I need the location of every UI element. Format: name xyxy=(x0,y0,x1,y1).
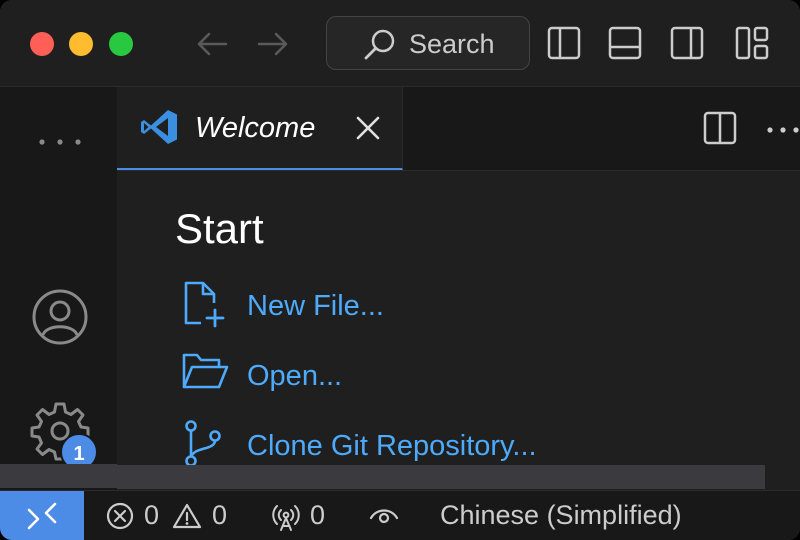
clone-repo-label: Clone Git Repository... xyxy=(247,430,537,462)
warning-icon[interactable] xyxy=(172,502,202,530)
remote-window-button[interactable] xyxy=(0,491,84,540)
new-file-link[interactable]: New File... xyxy=(181,279,741,329)
search-icon xyxy=(364,29,395,60)
split-editor-icon[interactable] xyxy=(703,111,737,145)
maximize-window-button[interactable] xyxy=(109,32,133,56)
error-icon[interactable] xyxy=(106,502,134,530)
clone-repo-link[interactable]: Clone Git Repository... xyxy=(181,419,741,469)
command-center-search[interactable]: Search xyxy=(326,16,530,70)
more-views-icon[interactable] xyxy=(36,135,84,153)
tab-welcome[interactable]: Welcome xyxy=(117,87,403,170)
new-file-icon xyxy=(184,281,225,328)
more-actions-icon[interactable] xyxy=(765,125,800,135)
start-heading: Start xyxy=(175,205,264,252)
scrollbar-track xyxy=(0,464,117,488)
vscode-window: Search 1 Welcome Start New File... Open.… xyxy=(0,0,800,540)
close-tab-icon[interactable] xyxy=(353,113,383,143)
accounts-icon[interactable] xyxy=(30,287,90,352)
minimize-window-button[interactable] xyxy=(69,32,93,56)
new-file-label: New File... xyxy=(247,290,384,322)
welcome-page: Start New File... Open... Clone Git Repo… xyxy=(117,171,800,490)
horizontal-scrollbar[interactable] xyxy=(117,465,765,489)
activity-bar xyxy=(0,87,118,490)
error-count[interactable]: 0 xyxy=(144,499,159,531)
status-bar: 0 0 0 Chinese (Simplified) xyxy=(0,490,800,540)
close-window-button[interactable] xyxy=(30,32,54,56)
back-arrow-icon[interactable] xyxy=(194,28,230,60)
toggle-panel-icon[interactable] xyxy=(608,26,642,60)
eye-icon[interactable] xyxy=(368,502,400,530)
search-label: Search xyxy=(409,29,495,59)
customize-layout-icon[interactable] xyxy=(735,26,769,60)
folder-open-icon xyxy=(182,353,229,389)
open-folder-link[interactable]: Open... xyxy=(181,349,741,399)
open-label: Open... xyxy=(247,360,343,392)
title-bar: Search xyxy=(0,0,800,87)
ports-broadcast-icon[interactable] xyxy=(270,502,302,532)
remote-icon xyxy=(27,502,57,530)
ports-count[interactable]: 0 xyxy=(310,499,325,531)
editor-tab-bar: Welcome xyxy=(117,87,800,171)
language-indicator[interactable]: Chinese (Simplified) xyxy=(440,499,682,531)
tab-label: Welcome xyxy=(195,112,316,144)
vscode-logo-icon xyxy=(141,110,177,144)
git-branch-icon xyxy=(185,420,221,467)
toggle-primary-sidebar-icon[interactable] xyxy=(547,26,581,60)
toggle-secondary-sidebar-icon[interactable] xyxy=(670,26,704,60)
forward-arrow-icon[interactable] xyxy=(255,28,291,60)
warning-count[interactable]: 0 xyxy=(212,499,227,531)
